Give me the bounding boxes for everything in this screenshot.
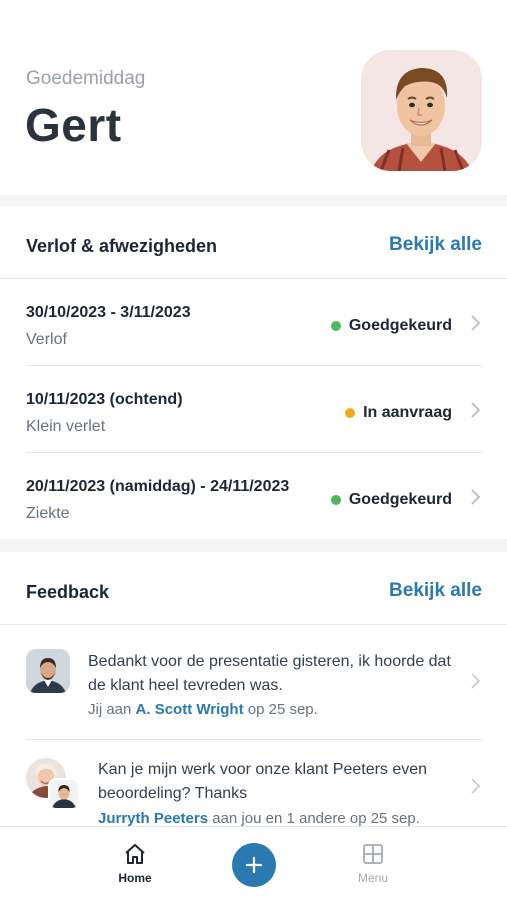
leave-card-header: Verlof & afwezigheden Bekijk alle <box>0 206 507 279</box>
feedback-meta: Jij aan A. Scott Wright op 25 sep. <box>88 701 318 718</box>
add-button[interactable] <box>232 843 276 887</box>
user-name: Gert <box>25 99 122 151</box>
feedback-item[interactable]: Bedankt voor de presentatie gisteren, ik… <box>26 625 482 740</box>
status-badge: Goedgekeurd <box>330 491 452 509</box>
chevron-right-icon <box>471 778 481 794</box>
chevron-right-icon <box>471 489 481 505</box>
status-label: Goedgekeurd <box>348 491 452 508</box>
grid-icon <box>363 844 383 864</box>
person-link[interactable]: Jurryth Peeters <box>98 810 208 827</box>
tab-home[interactable]: Home <box>95 843 175 885</box>
leave-type: Verlof <box>26 331 67 348</box>
greeting-header: Goedemiddag Gert <box>0 0 507 195</box>
feedback-message: Bedankt voor de presentatie gisteren, ik… <box>88 653 451 694</box>
feedback-item[interactable]: Kan je mijn werk voor onze klant Peeters… <box>26 740 482 840</box>
leave-item[interactable]: 20/11/2023 (namiddag) - 24/11/2023 Ziekt… <box>26 453 482 540</box>
status-badge: In aanvraag <box>345 404 452 422</box>
feedback-meta-prefix: Jij aan <box>88 701 132 718</box>
tab-home-label: Home <box>118 871 152 885</box>
leave-card: Verlof & afwezigheden Bekijk alle 30/10/… <box>0 206 507 539</box>
status-dot-icon <box>330 495 341 505</box>
feedback-message: Kan je mijn werk voor onze klant Peeters… <box>98 761 428 802</box>
status-dot-icon <box>345 408 356 418</box>
feedback-card-header: Feedback Bekijk alle <box>0 552 507 625</box>
feedback-meta: Jurryth Peeters aan jou en 1 andere op 2… <box>98 810 420 827</box>
leave-item[interactable]: 10/11/2023 (ochtend) Klein verlet In aan… <box>26 366 482 453</box>
profile-avatar[interactable] <box>361 50 482 171</box>
avatar <box>48 778 80 810</box>
plus-icon <box>245 856 263 874</box>
leave-dates: 10/11/2023 (ochtend) <box>26 391 183 408</box>
tab-menu[interactable]: Menu <box>333 843 413 885</box>
chevron-right-icon <box>471 402 481 418</box>
leave-dates: 20/11/2023 (namiddag) - 24/11/2023 <box>26 478 290 495</box>
avatar <box>26 649 70 693</box>
leave-dates: 30/10/2023 - 3/11/2023 <box>26 304 191 321</box>
leave-item[interactable]: 30/10/2023 - 3/11/2023 Verlof Goedgekeur… <box>26 279 482 366</box>
feedback-title: Feedback <box>26 582 110 602</box>
feedback-meta-suffix: aan jou en 1 andere op 25 sep. <box>212 810 420 827</box>
feedback-view-all-link[interactable]: Bekijk alle <box>389 580 482 602</box>
home-icon <box>125 844 145 864</box>
tab-menu-label: Menu <box>357 871 389 885</box>
greeting-text: Goedemiddag <box>26 68 146 89</box>
leave-title: Verlof & afwezigheden <box>26 236 218 256</box>
chevron-right-icon <box>471 673 481 689</box>
status-badge: Goedgekeurd <box>330 317 452 335</box>
leave-type: Klein verlet <box>26 418 106 435</box>
status-label: Goedgekeurd <box>348 317 452 334</box>
leave-type: Ziekte <box>26 505 70 522</box>
status-dot-icon <box>330 321 341 331</box>
person-link[interactable]: A. Scott Wright <box>136 701 244 718</box>
feedback-meta-suffix: op 25 sep. <box>247 701 318 718</box>
leave-view-all-link[interactable]: Bekijk alle <box>389 234 482 256</box>
feedback-card: Feedback Bekijk alle Bedankt voor de pre… <box>0 552 507 832</box>
bottom-tab-bar: Home Menu <box>0 826 507 900</box>
chevron-right-icon <box>471 315 481 331</box>
status-label: In aanvraag <box>363 404 452 421</box>
